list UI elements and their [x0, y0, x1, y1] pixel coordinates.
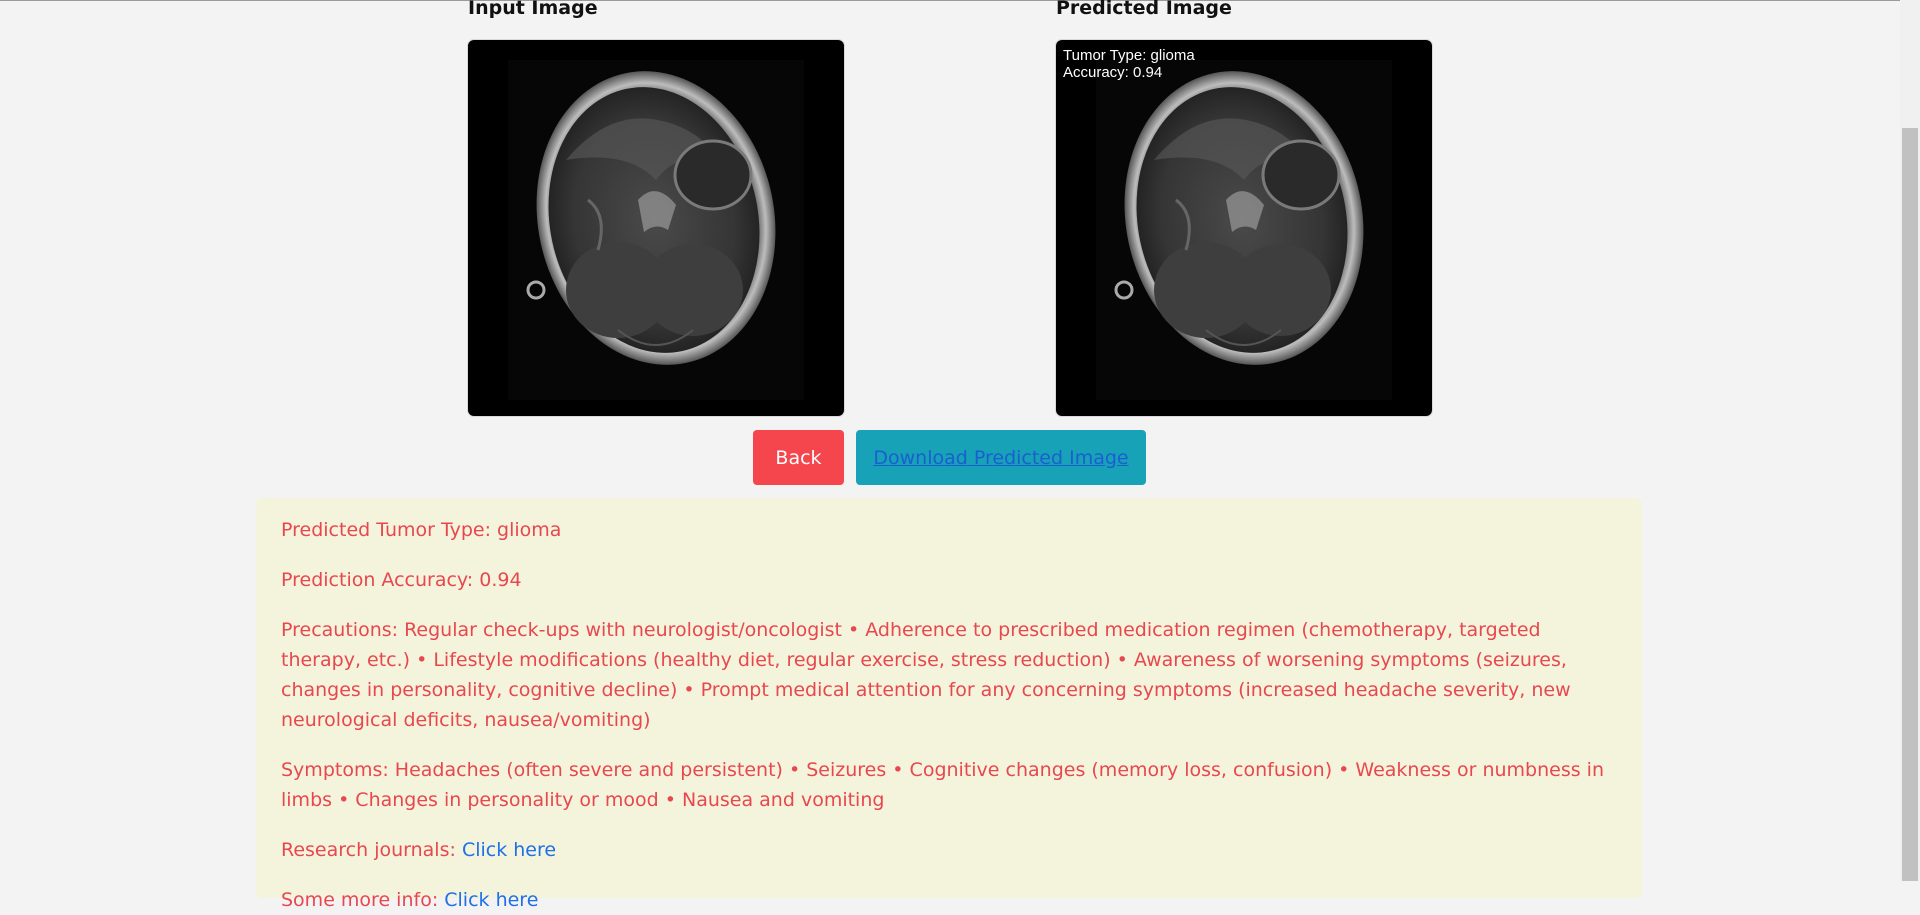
predicted-tumor-type: Predicted Tumor Type: glioma	[281, 519, 562, 541]
research-journals-row: Research journals: Click here	[281, 835, 1617, 865]
precautions-text: Precautions: Regular check-ups with neur…	[281, 619, 1571, 731]
overlay-tumor-type: Tumor Type: glioma	[1063, 47, 1195, 64]
overlay-accuracy: Accuracy: 0.94	[1063, 64, 1163, 81]
more-info-link[interactable]: Click here	[444, 889, 538, 911]
download-predicted-image-button[interactable]: Download Predicted Image	[856, 430, 1146, 485]
predicted-mri-image: Tumor Type: glioma Accuracy: 0.94	[1056, 40, 1432, 416]
predicted-image-title: Predicted Image	[1056, 0, 1232, 19]
research-journals-link[interactable]: Click here	[462, 839, 556, 861]
results-page: Input Image Predicted Image Tumor Type: …	[0, 0, 1900, 911]
prediction-accuracy: Prediction Accuracy: 0.94	[281, 569, 522, 591]
back-button[interactable]: Back	[753, 430, 844, 485]
more-info-row: Some more info: Click here	[281, 885, 1617, 915]
prediction-info-panel: Predicted Tumor Type: glioma Prediction …	[256, 498, 1642, 911]
action-buttons: Back Download Predicted Image	[753, 430, 1146, 485]
research-journals-label: Research journals:	[281, 839, 456, 861]
input-image-section: Input Image	[468, 0, 844, 416]
input-image-title: Input Image	[468, 0, 598, 19]
scrollbar-thumb[interactable]	[1902, 128, 1918, 881]
brain-mri-scan	[1096, 60, 1392, 400]
more-info-label: Some more info:	[281, 889, 439, 911]
symptoms-text: Symptoms: Headaches (often severe and pe…	[281, 759, 1604, 811]
predicted-image-section: Predicted Image Tumor Type: glioma Accur…	[1056, 0, 1432, 416]
vertical-scrollbar[interactable]	[1900, 0, 1920, 881]
prediction-overlay: Tumor Type: glioma Accuracy: 0.94	[1063, 47, 1195, 81]
brain-mri-scan	[508, 60, 804, 400]
input-mri-image	[468, 40, 844, 416]
